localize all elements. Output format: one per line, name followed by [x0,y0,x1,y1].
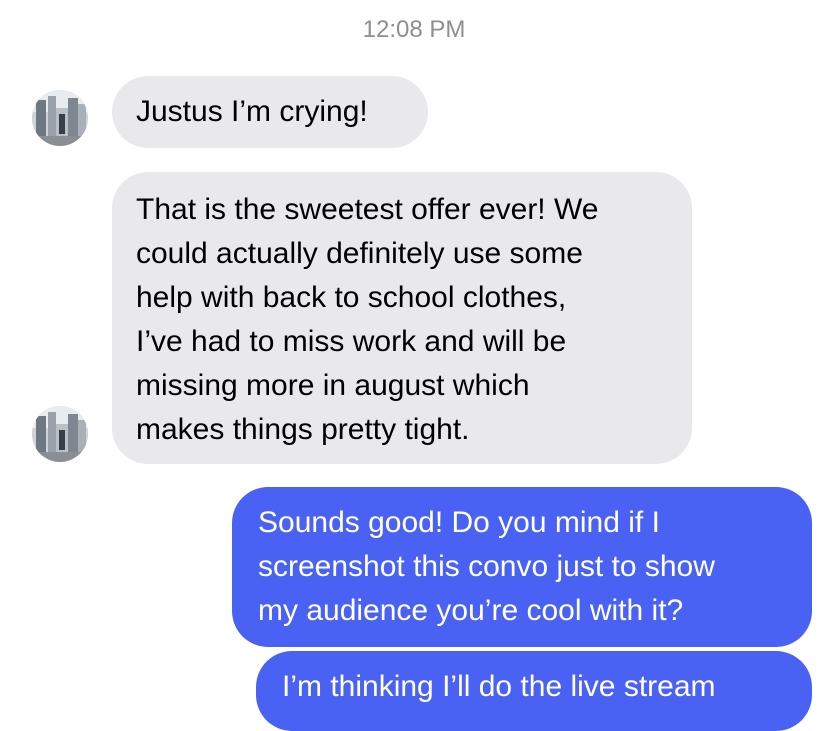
message-bubble-outgoing[interactable]: Sounds good! Do you mind if I screenshot… [232,487,812,647]
message-bubble-incoming[interactable]: That is the sweetest offer ever! We coul… [112,172,692,464]
contact-avatar[interactable] [32,406,88,462]
contact-avatar[interactable] [32,90,88,146]
message-timestamp: 12:08 PM [362,16,466,43]
contact-avatar-icon [32,90,88,146]
message-bubble-incoming[interactable]: Justus I’m crying! [112,76,428,148]
message-bubble-outgoing[interactable]: I’m thinking I’ll do the live stream [256,651,812,731]
contact-avatar-icon [32,406,88,462]
